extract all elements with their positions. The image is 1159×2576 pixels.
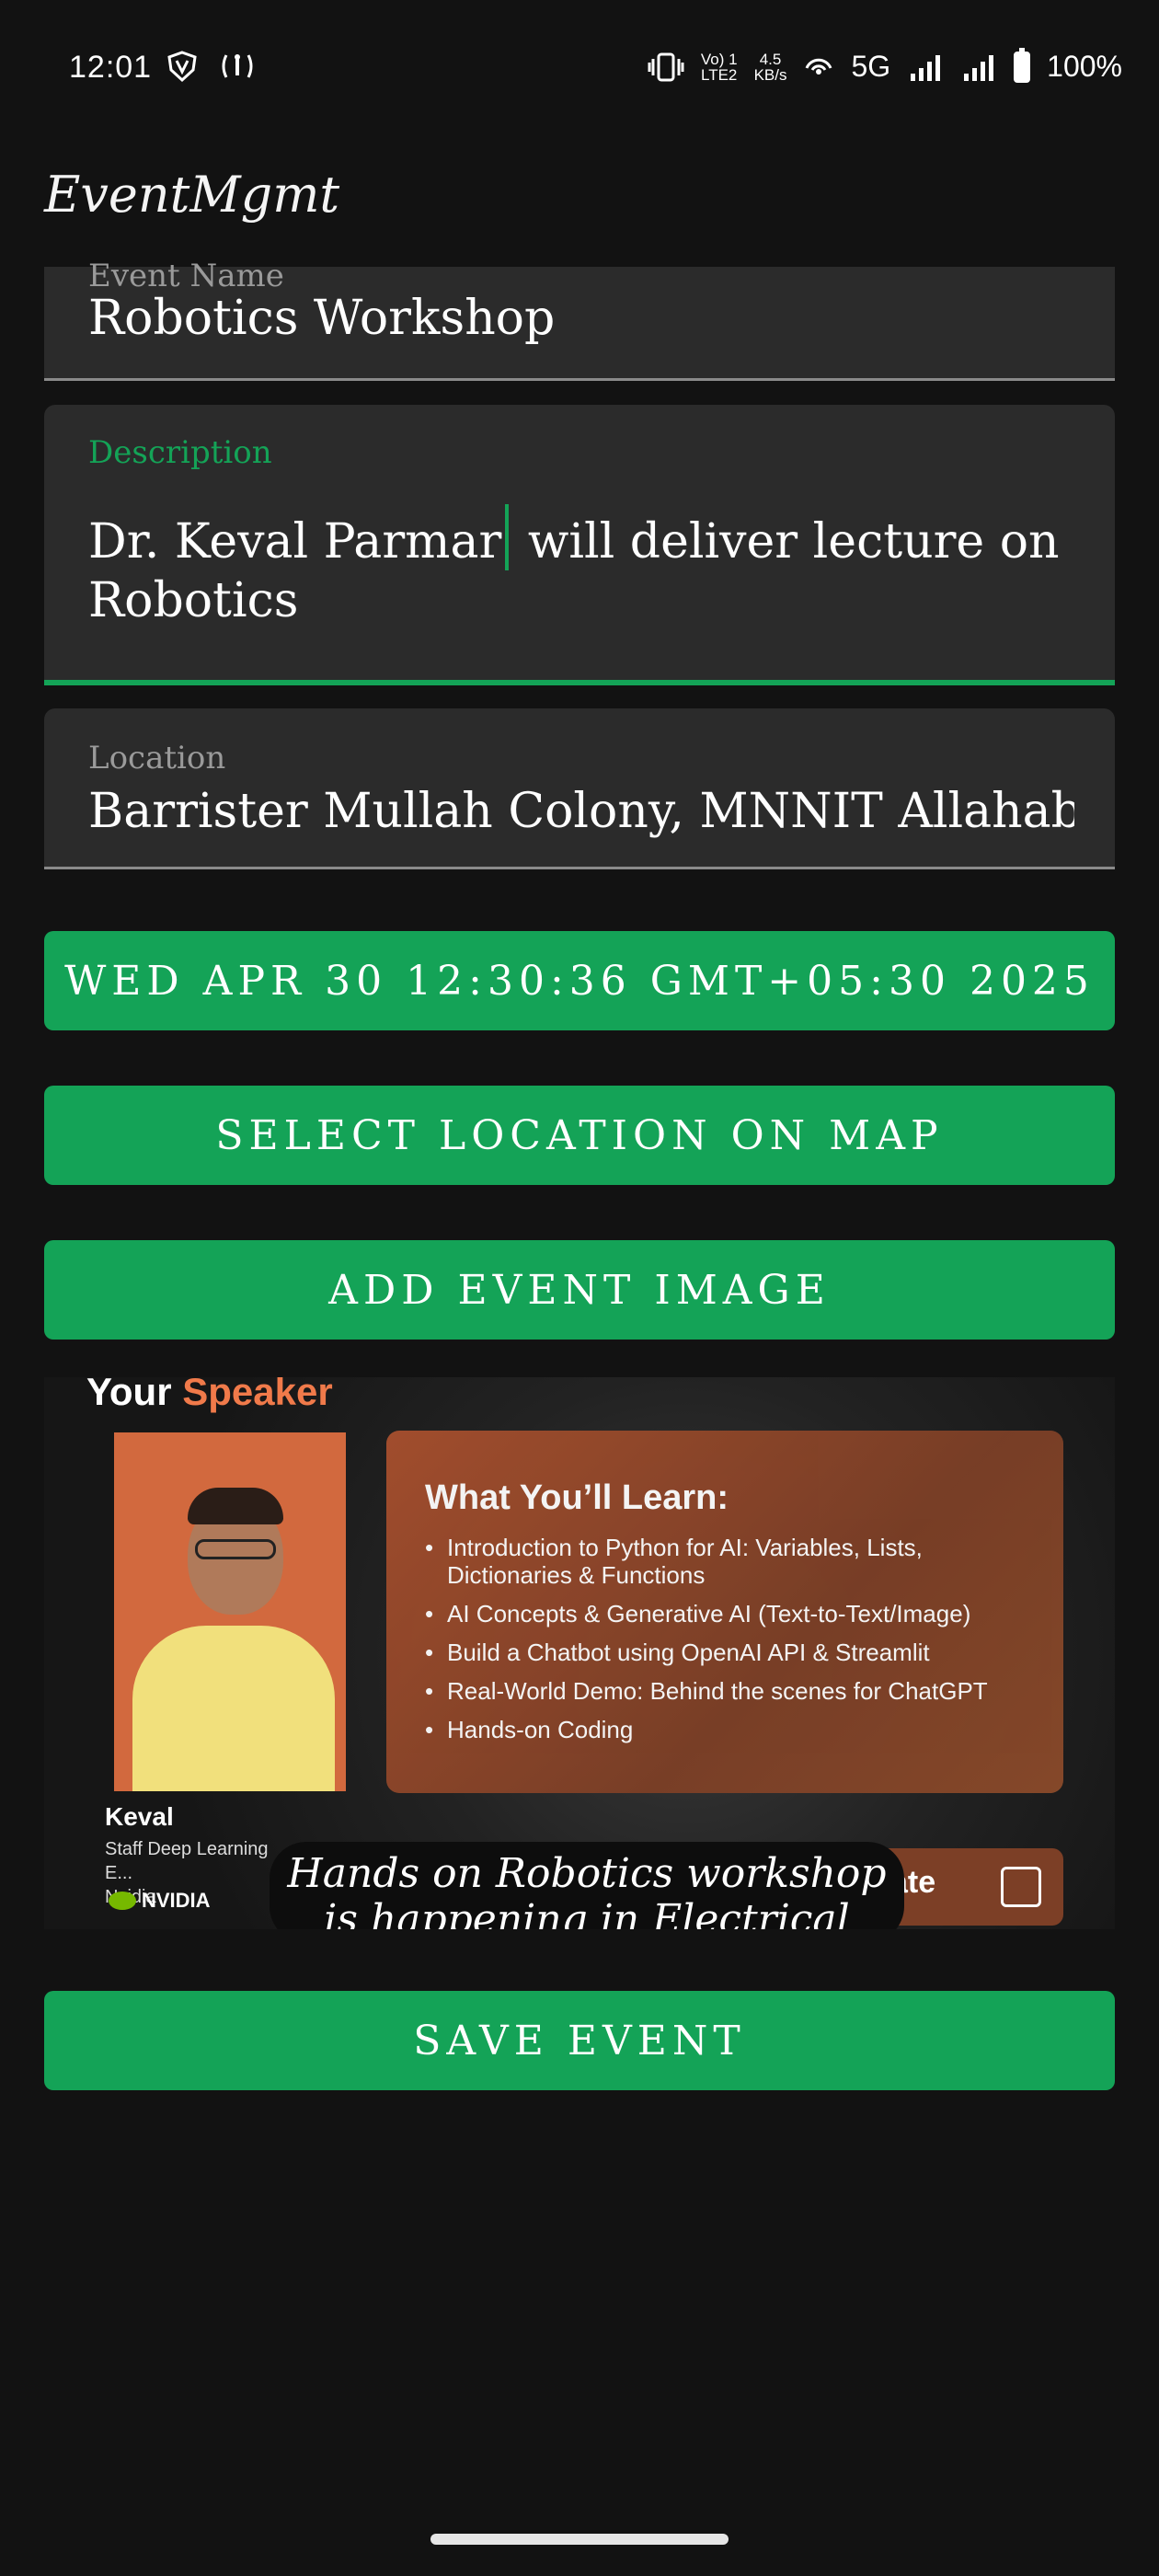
signal-icon: [911, 54, 941, 81]
battery-icon: [1014, 47, 1031, 83]
network-bottom: LTE2: [701, 65, 738, 84]
event-name-label: Event Name: [88, 258, 284, 294]
save-event-button[interactable]: SAVE EVENT: [44, 1991, 1115, 2090]
vpn-shield-icon: [167, 51, 197, 83]
description-text-before: Dr. Keval Parmar: [88, 514, 502, 569]
speaker-photo: [114, 1432, 346, 1791]
speaker-glasses: [195, 1539, 276, 1559]
speaker-shirt: [132, 1626, 335, 1791]
signal-icon-2: [964, 54, 994, 81]
app-title: EventMgmt: [44, 166, 340, 224]
status-time: 12:01: [69, 50, 153, 85]
nvidia-logo-text: NVIDIA: [142, 1889, 211, 1912]
date-picker-button[interactable]: WED APR 30 12:30:36 GMT+05:30 2025: [44, 931, 1115, 1030]
certificate-icon: [1001, 1867, 1041, 1907]
select-location-button[interactable]: SELECT LOCATION ON MAP: [44, 1086, 1115, 1185]
location-field[interactable]: Location Barrister Mullah Colony, MNNIT …: [44, 708, 1115, 869]
location-label: Location: [88, 740, 226, 776]
location-value[interactable]: Barrister Mullah Colony, MNNIT Allahabad…: [88, 784, 1074, 839]
poster-heading-accent: Speaker: [182, 1377, 333, 1413]
learn-item: Real-World Demo: Behind the scenes for C…: [425, 1677, 1050, 1705]
learn-item: Introduction to Python for AI: Variables…: [425, 1534, 1050, 1589]
event-name-value[interactable]: Robotics Workshop: [88, 291, 1071, 346]
poster-heading-prefix: Your: [86, 1377, 172, 1413]
event-image-preview: Your Speaker What You’ll Learn: Introduc…: [44, 1377, 1115, 1929]
event-name-field[interactable]: Event Name Robotics Workshop: [44, 258, 1115, 381]
speaker-hair: [188, 1488, 283, 1524]
learn-item: Hands-on Coding: [425, 1716, 1050, 1743]
add-image-button[interactable]: ADD EVENT IMAGE: [44, 1240, 1115, 1340]
status-bar: 12:01 Vo) 1 LTE2 4.5 KB/s 5G 100%: [0, 0, 1159, 138]
status-left-icons: [166, 50, 256, 83]
poster-heading: Your Speaker: [86, 1377, 333, 1414]
network-speed: 4.5 KB/s: [754, 52, 787, 83]
learn-title: What You’ll Learn:: [425, 1478, 729, 1517]
hotspot-icon: [222, 54, 253, 78]
toast-message: Hands on Robotics workshop is happening …: [270, 1842, 904, 1929]
speaker-role: Staff Deep Learning E...: [105, 1839, 269, 1883]
description-value[interactable]: Dr. Keval Parmar will deliver lecture on…: [88, 504, 1071, 630]
text-cursor: [505, 504, 510, 570]
wifi-icon: [806, 58, 832, 75]
nvidia-eye-icon: [109, 1892, 136, 1910]
home-indicator[interactable]: [430, 2534, 729, 2545]
learn-item: Build a Chatbot using OpenAI API & Strea…: [425, 1639, 1050, 1666]
learn-item: AI Concepts & Generative AI (Text-to-Tex…: [425, 1600, 1050, 1627]
vibrate-icon: [648, 52, 684, 81]
nvidia-logo: NVIDIA: [109, 1889, 211, 1913]
learn-list: Introduction to Python for AI: Variables…: [425, 1534, 1050, 1754]
speaker-name: Keval: [105, 1802, 174, 1831]
battery-level: 100%: [1047, 50, 1122, 83]
status-right-icons: Vo) 1 LTE2 4.5 KB/s 5G 100%: [648, 47, 1122, 84]
network-type: 5G: [851, 50, 891, 83]
description-label: Description: [88, 434, 272, 471]
speed-bottom: KB/s: [753, 65, 787, 84]
description-field[interactable]: Description Dr. Keval Parmar will delive…: [44, 405, 1115, 685]
learn-card: What You’ll Learn: Introduction to Pytho…: [386, 1431, 1063, 1793]
network-label: Vo) 1 LTE2: [701, 52, 738, 83]
